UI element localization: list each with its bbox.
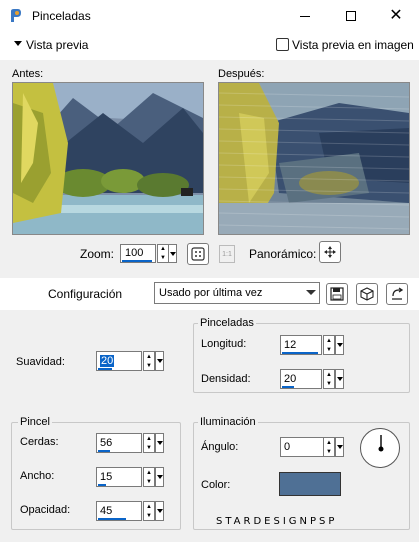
spin-down-icon[interactable]: ▼	[144, 361, 154, 370]
opacity-underline	[98, 518, 126, 520]
before-label: Antes:	[12, 68, 44, 80]
config-label: Configuración	[48, 287, 123, 301]
minimize-button[interactable]	[282, 0, 328, 32]
width-dropdown[interactable]	[155, 467, 164, 487]
opacity-label: Opacidad:	[20, 504, 71, 516]
chevron-down-icon	[169, 251, 176, 256]
smoothness-spinner[interactable]: ▲ ▼	[143, 351, 155, 371]
bristles-dropdown[interactable]	[155, 433, 164, 453]
spin-down-icon[interactable]: ▼	[324, 379, 334, 388]
width-label: Ancho:	[20, 470, 55, 482]
length-label: Longitud:	[201, 338, 247, 350]
watermark: STARDESIGNPSP	[216, 516, 338, 527]
chevron-down-icon	[336, 377, 343, 381]
spin-up-icon[interactable]: ▲	[324, 438, 334, 447]
bristles-label: Cerdas:	[20, 436, 59, 448]
maximize-button[interactable]	[328, 0, 374, 32]
smoothness-dropdown[interactable]	[155, 351, 164, 371]
zoom-fit-icon	[191, 247, 205, 261]
angle-dropdown[interactable]	[335, 437, 344, 457]
spin-down-icon[interactable]: ▼	[324, 447, 334, 456]
lighting-group-title: Iluminación	[198, 416, 258, 428]
save-icon	[330, 287, 344, 301]
app-icon	[8, 8, 24, 24]
bristles-underline	[98, 450, 110, 452]
spin-down-icon[interactable]: ▼	[158, 254, 168, 263]
color-label: Color:	[201, 479, 231, 491]
smoothness-value: 20	[100, 355, 115, 367]
close-icon: ✕	[389, 7, 403, 24]
smoothness-label: Suavidad:	[16, 356, 65, 368]
reset-button[interactable]	[386, 283, 408, 305]
collapse-chevron-icon[interactable]	[14, 41, 22, 46]
color-swatch[interactable]	[279, 472, 341, 496]
after-preview-image[interactable]	[218, 82, 410, 235]
spin-down-icon[interactable]: ▼	[144, 443, 154, 452]
brush-group-title: Pincel	[18, 416, 52, 428]
reset-icon	[392, 287, 404, 300]
save-preset-button[interactable]	[326, 283, 348, 305]
chevron-down-icon[interactable]	[306, 290, 316, 295]
spin-up-icon[interactable]: ▲	[144, 352, 154, 361]
density-label: Densidad:	[201, 373, 251, 385]
angle-label: Ángulo:	[201, 441, 239, 453]
zoom-underline	[122, 260, 152, 262]
spin-up-icon[interactable]: ▲	[158, 245, 168, 254]
chevron-down-icon	[156, 441, 163, 445]
density-underline	[282, 386, 294, 388]
config-select[interactable]: Usado por última vez	[154, 282, 320, 304]
length-dropdown[interactable]	[335, 335, 344, 355]
length-spinner[interactable]: ▲ ▼	[323, 335, 335, 355]
spin-up-icon[interactable]: ▲	[144, 434, 154, 443]
strokes-group-title: Pinceladas	[198, 317, 256, 329]
angle-dial[interactable]	[360, 428, 400, 468]
bristles-spinner[interactable]: ▲ ▼	[143, 433, 155, 453]
spin-down-icon[interactable]: ▼	[144, 511, 154, 520]
cube-icon	[360, 287, 374, 301]
before-preview-image[interactable]	[12, 82, 204, 235]
image-preview-label[interactable]: Vista previa en imagen	[292, 38, 414, 52]
smoothness-underline	[98, 368, 112, 370]
after-label: Después:	[218, 68, 265, 80]
maximize-icon	[346, 11, 356, 21]
one-to-one-button[interactable]: 1:1	[219, 245, 235, 263]
angle-spinner[interactable]: ▲ ▼	[323, 437, 335, 457]
opacity-dropdown[interactable]	[155, 501, 164, 521]
angle-dial-icon	[378, 435, 384, 452]
chevron-down-icon	[156, 359, 163, 363]
zoom-dropdown[interactable]	[168, 244, 177, 263]
zoom-fit-button[interactable]	[187, 243, 209, 265]
spin-up-icon[interactable]: ▲	[324, 370, 334, 379]
image-preview-checkbox[interactable]	[276, 38, 289, 51]
window-title: Pinceladas	[32, 9, 91, 23]
preview-section-label[interactable]: Vista previa	[26, 38, 88, 52]
close-button[interactable]: ✕	[373, 0, 419, 32]
zoom-label: Zoom:	[80, 247, 115, 261]
chevron-down-icon	[156, 475, 163, 479]
pan-label: Panorámico:	[249, 247, 317, 261]
length-underline	[282, 352, 318, 354]
chevron-down-icon	[156, 509, 163, 513]
preset-manager-button[interactable]	[356, 283, 378, 305]
minimize-icon	[300, 15, 310, 17]
density-spinner[interactable]: ▲ ▼	[323, 369, 335, 389]
width-underline	[98, 484, 106, 486]
spin-down-icon[interactable]: ▼	[324, 345, 334, 354]
spin-up-icon[interactable]: ▲	[144, 468, 154, 477]
chevron-down-icon	[336, 445, 343, 449]
spin-up-icon[interactable]: ▲	[144, 502, 154, 511]
move-icon	[324, 246, 336, 258]
spin-down-icon[interactable]: ▼	[144, 477, 154, 486]
pan-button[interactable]	[319, 241, 341, 263]
chevron-down-icon	[336, 343, 343, 347]
width-spinner[interactable]: ▲ ▼	[143, 467, 155, 487]
spin-up-icon[interactable]: ▲	[324, 336, 334, 345]
opacity-spinner[interactable]: ▲ ▼	[143, 501, 155, 521]
density-dropdown[interactable]	[335, 369, 344, 389]
